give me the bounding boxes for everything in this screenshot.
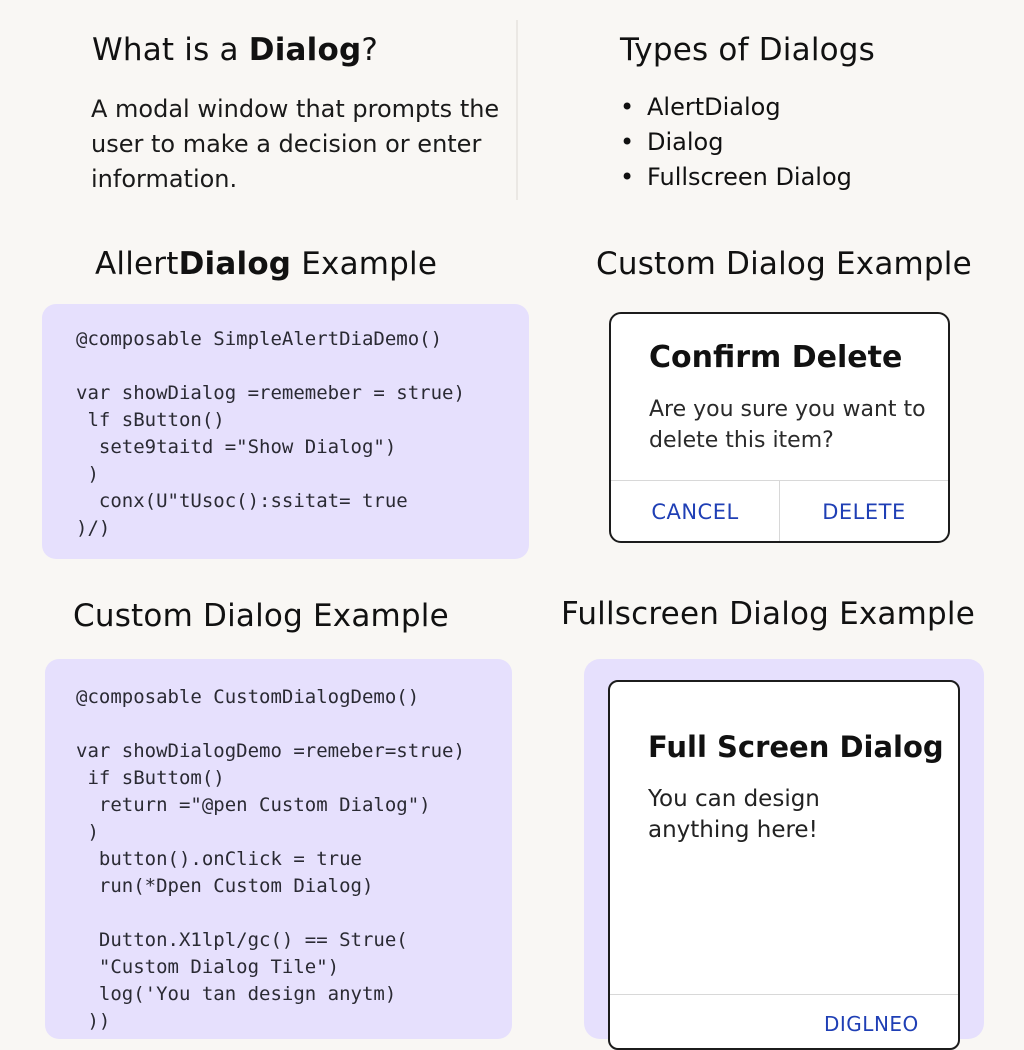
code-line: ) bbox=[76, 463, 99, 485]
alert-code-block: @composable SimpleAlertDiaDemo() var sho… bbox=[42, 304, 529, 559]
code-line: var showDialogDemo =remeber=strue) bbox=[76, 740, 465, 762]
fullscreen-dialog: Full Screen Dialog You can design anythi… bbox=[608, 680, 960, 1050]
dialog-message: Are you sure you want to delete this ite… bbox=[649, 397, 926, 453]
types-list-item: Fullscreen Dialog bbox=[620, 160, 852, 195]
code-line: button().onClick = true bbox=[76, 848, 362, 870]
heading-bold: Dialog bbox=[178, 246, 292, 282]
confirm-delete-dialog: Confirm Delete Are you sure you want to … bbox=[609, 312, 950, 543]
fullscreen-action-divider bbox=[610, 994, 958, 995]
code-line: @composable CustomDialogDemo() bbox=[76, 686, 420, 708]
code-line: Dutton.X1lpl/gc() == Strue( bbox=[76, 929, 408, 951]
cancel-button[interactable]: CANCEL bbox=[611, 481, 779, 541]
heading-bold: Dialog bbox=[248, 32, 362, 68]
code-line: run(*Dpen Custom Dialog) bbox=[76, 875, 374, 897]
code-line: conx(U"tUsoc():ssitat= true bbox=[76, 490, 408, 512]
types-heading: Types of Dialogs bbox=[620, 32, 876, 68]
alert-example-heading: AllertDialog Example bbox=[95, 246, 437, 282]
code-line: @composable SimpleAlertDiaDemo() bbox=[76, 328, 443, 350]
custom-preview-heading: Custom Dialog Example bbox=[596, 246, 972, 282]
custom-code-heading: Custom Dialog Example bbox=[73, 598, 449, 634]
code-line: return ="@pen Custom Dialog") bbox=[76, 794, 431, 816]
code-line: if sButtom() bbox=[76, 767, 225, 789]
code-line: )) bbox=[76, 1010, 111, 1032]
code-line: "Custom Dialog Tile") bbox=[76, 956, 340, 978]
heading-suffix: Example bbox=[291, 246, 438, 282]
fullscreen-action-button[interactable]: DIGLNEO bbox=[824, 1012, 919, 1036]
heading-prefix: Allert bbox=[95, 246, 179, 282]
code-line: lf sButton() bbox=[76, 409, 225, 431]
code-line: var showDialog =rememeber = strue) bbox=[76, 382, 465, 404]
fullscreen-dialog-title: Full Screen Dialog bbox=[648, 730, 944, 764]
code-line: )/) bbox=[76, 517, 111, 539]
dialog-description: A modal window that prompts the user to … bbox=[91, 95, 500, 193]
heading-suffix: ? bbox=[361, 32, 379, 68]
section-divider bbox=[516, 20, 518, 200]
code-line: sete9taitd ="Show Dialog") bbox=[76, 436, 397, 458]
types-list: AlertDialog Dialog Fullscreen Dialog bbox=[620, 90, 852, 195]
types-list-item: AlertDialog bbox=[620, 90, 852, 125]
heading-prefix: What is a bbox=[92, 32, 249, 68]
code-line: log('You tan design anytm) bbox=[76, 983, 397, 1005]
fullscreen-dialog-message: You can design anything here! bbox=[648, 786, 820, 843]
types-list-item: Dialog bbox=[620, 125, 852, 160]
custom-code-block: @composable CustomDialogDemo() var showD… bbox=[45, 659, 512, 1039]
dialog-title: Confirm Delete bbox=[649, 340, 903, 375]
code-line: ) bbox=[76, 821, 99, 843]
delete-button[interactable]: DELETE bbox=[780, 481, 948, 541]
what-is-dialog-heading: What is a Dialog? bbox=[92, 32, 378, 68]
fullscreen-heading: Fullscreen Dialog Example bbox=[561, 596, 975, 632]
